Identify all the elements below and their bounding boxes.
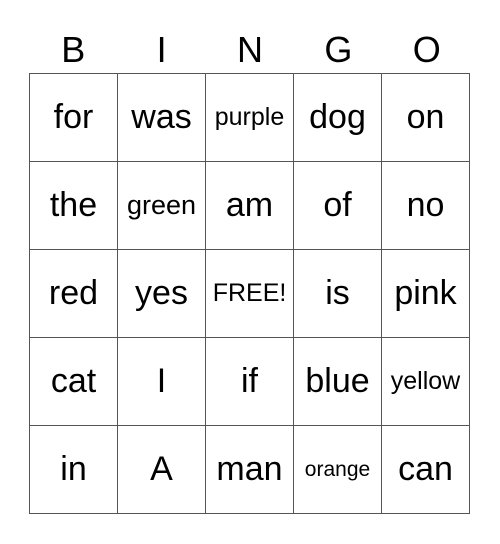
bingo-cell[interactable]: am	[206, 162, 294, 250]
bingo-cell[interactable]: in	[30, 426, 118, 514]
bingo-cell[interactable]: for	[30, 74, 118, 162]
bingo-cell[interactable]: the	[30, 162, 118, 250]
bingo-cell[interactable]: dog	[294, 74, 382, 162]
bingo-cell[interactable]: orange	[294, 426, 382, 514]
bingo-card: for was purple dog on the green am of no…	[29, 73, 470, 514]
bingo-cell[interactable]: red	[30, 250, 118, 338]
free-space-cell[interactable]: FREE!	[206, 250, 294, 338]
header-letter-g: G	[324, 29, 353, 70]
header-letter-o: O	[412, 29, 441, 70]
header-letter-i: I	[156, 29, 167, 70]
bingo-cell[interactable]: was	[118, 74, 206, 162]
bingo-cell[interactable]: A	[118, 426, 206, 514]
bingo-cell[interactable]: blue	[294, 338, 382, 426]
bingo-cell[interactable]: is	[294, 250, 382, 338]
bingo-cell[interactable]: cat	[30, 338, 118, 426]
header-letter-n: N	[236, 29, 263, 70]
bingo-cell[interactable]: green	[118, 162, 206, 250]
bingo-cell[interactable]: pink	[382, 250, 470, 338]
bingo-header: B I N G O	[29, 28, 471, 72]
header-letter-b: B	[61, 29, 86, 70]
bingo-cell[interactable]: man	[206, 426, 294, 514]
bingo-cell[interactable]: of	[294, 162, 382, 250]
bingo-cell[interactable]: no	[382, 162, 470, 250]
bingo-cell[interactable]: if	[206, 338, 294, 426]
bingo-cell[interactable]: yes	[118, 250, 206, 338]
bingo-cell[interactable]: can	[382, 426, 470, 514]
bingo-cell[interactable]: purple	[206, 74, 294, 162]
bingo-cell[interactable]: I	[118, 338, 206, 426]
bingo-cell[interactable]: yellow	[382, 338, 470, 426]
bingo-cell[interactable]: on	[382, 74, 470, 162]
